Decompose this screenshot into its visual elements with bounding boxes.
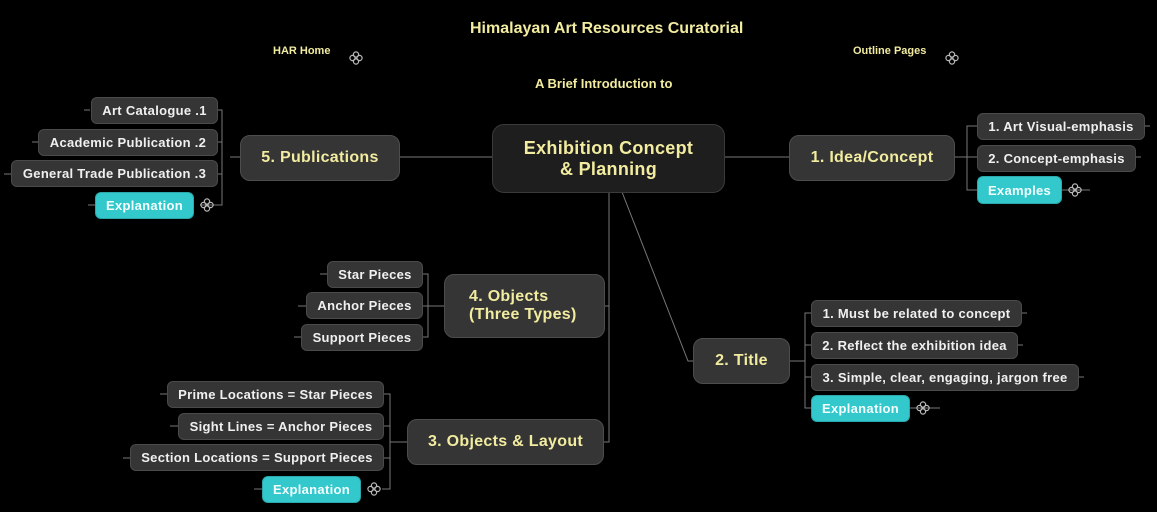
subtopic[interactable]: 1. Must be related to concept [811, 300, 1022, 327]
central-topic-line2: & Planning [560, 158, 657, 179]
subtopic[interactable]: Section Locations = Support Pieces [130, 444, 384, 471]
subtopic[interactable]: Academic Publication .2 [38, 129, 218, 156]
subtopic[interactable]: 2. Concept-emphasis [977, 145, 1136, 172]
examples-button[interactable]: Examples [977, 176, 1062, 204]
subtopic[interactable]: General Trade Publication .3 [11, 160, 218, 187]
subtopic[interactable]: 3. Simple, clear, engaging, jargon free [811, 364, 1079, 391]
link-icon[interactable] [945, 51, 959, 65]
subtopic[interactable]: Star Pieces [327, 261, 423, 288]
page-subtitle: A Brief Introduction to [535, 76, 673, 91]
topic-objects-line1: 4. Objects [469, 288, 549, 305]
connector-center-title [621, 191, 694, 362]
link-icon[interactable] [367, 482, 381, 496]
subtopic[interactable]: Prime Locations = Star Pieces [167, 381, 384, 408]
link-icon[interactable] [1068, 183, 1082, 197]
link-icon[interactable] [349, 51, 363, 65]
link-icon[interactable] [916, 401, 930, 415]
har-home-link[interactable]: HAR Home [273, 45, 330, 57]
topic-objects[interactable]: 4. Objects (Three Types) [444, 274, 605, 338]
explanation-button[interactable]: Explanation [95, 192, 194, 219]
subtopic[interactable]: Support Pieces [301, 324, 423, 351]
subtopic[interactable]: Anchor Pieces [306, 292, 423, 319]
outline-pages-link[interactable]: Outline Pages [853, 45, 926, 57]
topic-objects-line2: (Three Types) [469, 306, 577, 323]
topic-publications[interactable]: 5. Publications [240, 135, 400, 181]
central-topic-line1: Exhibition Concept [523, 137, 694, 158]
link-icon[interactable] [200, 198, 214, 212]
topic-objects-layout[interactable]: 3. Objects & Layout [407, 419, 604, 465]
subtopic[interactable]: 2. Reflect the exhibition idea [811, 332, 1018, 359]
page-title: Himalayan Art Resources Curatorial [470, 20, 744, 37]
subtopic[interactable]: Sight Lines = Anchor Pieces [178, 413, 384, 440]
explanation-button[interactable]: Explanation [262, 476, 361, 503]
topic-title[interactable]: 2. Title [693, 338, 790, 384]
topic-idea-concept[interactable]: 1. Idea/Concept [789, 135, 955, 181]
subtopic[interactable]: 1. Art Visual-emphasis [977, 113, 1145, 140]
explanation-button[interactable]: Explanation [811, 395, 910, 422]
subtopic[interactable]: Art Catalogue .1 [91, 97, 218, 124]
central-topic[interactable]: Exhibition Concept & Planning [492, 124, 725, 193]
